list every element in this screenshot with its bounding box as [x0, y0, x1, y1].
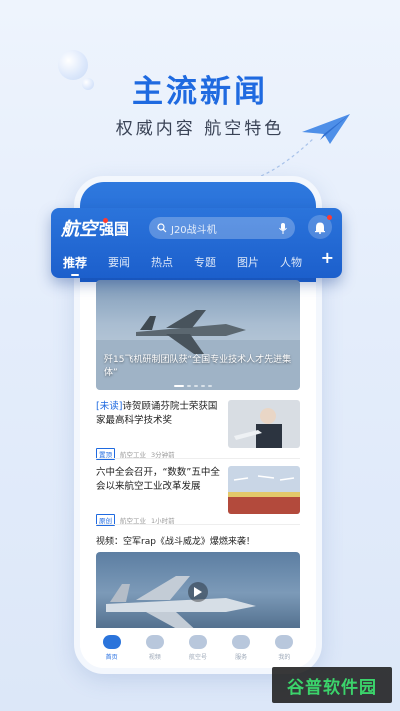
nav-label: 我的 — [278, 654, 291, 661]
aviation-account-icon — [188, 635, 207, 649]
tab-people[interactable]: 人物 — [280, 254, 302, 270]
logo-main-text: 航空 — [61, 219, 97, 240]
app-header-bar: 航空 强国 J20战斗机 推荐 要闻 热点 专题 图片 人物 + — [51, 208, 342, 278]
microphone-icon[interactable] — [279, 222, 287, 234]
video-icon — [145, 635, 164, 649]
search-icon — [157, 223, 167, 233]
category-tabs: 推荐 要闻 热点 专题 图片 人物 — [51, 250, 342, 276]
nav-label: 首页 — [105, 654, 118, 661]
video-title: 视频：空军rap《战斗威龙》爆燃来袭！ — [96, 537, 255, 547]
bell-icon — [315, 222, 325, 234]
logo-dot — [103, 218, 108, 223]
nav-home[interactable]: 首页 — [102, 635, 121, 661]
news-title: 六中全会召开，“数数”五中全会以来航空工业改革发展 — [96, 467, 220, 492]
news-item[interactable]: 六中全会召开，“数数”五中全会以来航空工业改革发展 原创 航空工业 1小时前 — [96, 466, 300, 530]
news-item[interactable]: [未读]诗贺顾诵芬院士荣获国家最高科学技术奖 置顶 航空工业 3分钟前 — [96, 400, 300, 464]
nav-profile[interactable]: 我的 — [275, 635, 294, 661]
play-button[interactable] — [188, 582, 208, 602]
banner-caption: 歼15飞机研制团队获“全国专业技术人才先进集体” — [104, 355, 292, 378]
bottom-navigation: 首页 视频 航空号 服务 我的 — [80, 628, 316, 668]
news-thumbnail — [228, 400, 300, 448]
play-icon — [194, 587, 202, 597]
nav-aviation-account[interactable]: 航空号 — [188, 635, 207, 661]
tab-recommend[interactable]: 推荐 — [63, 254, 87, 276]
promo-headline: 主流新闻 — [132, 74, 268, 110]
tab-headlines[interactable]: 要闻 — [108, 254, 130, 270]
nav-label: 服务 — [235, 654, 248, 661]
search-placeholder: J20战斗机 — [171, 224, 217, 236]
profile-icon — [275, 635, 294, 649]
nav-label: 航空号 — [188, 654, 207, 661]
nav-service[interactable]: 服务 — [232, 635, 251, 661]
app-logo: 航空 强国 — [61, 216, 129, 240]
home-icon — [102, 635, 121, 649]
tab-pictures[interactable]: 图片 — [237, 254, 259, 270]
search-bar[interactable]: J20战斗机 — [149, 217, 295, 239]
unread-tag: [未读] — [96, 401, 123, 412]
divider — [96, 524, 300, 525]
news-thumbnail — [228, 466, 300, 514]
service-icon — [232, 635, 251, 649]
watermark-badge: 谷普软件园 — [272, 667, 392, 703]
add-tab-button[interactable]: + — [321, 248, 334, 267]
feature-banner[interactable]: 歼15飞机研制团队获“全国专业技术人才先进集体” — [96, 280, 300, 390]
carousel-dots — [174, 385, 212, 387]
tab-topics[interactable]: 专题 — [194, 254, 216, 270]
notification-button[interactable] — [308, 215, 332, 239]
paper-plane-icon — [302, 114, 350, 144]
tab-hot[interactable]: 热点 — [151, 254, 173, 270]
nav-video[interactable]: 视频 — [145, 635, 164, 661]
video-card[interactable] — [96, 552, 300, 634]
notification-dot — [327, 215, 332, 220]
nav-label: 视频 — [148, 654, 161, 661]
divider — [96, 458, 300, 459]
